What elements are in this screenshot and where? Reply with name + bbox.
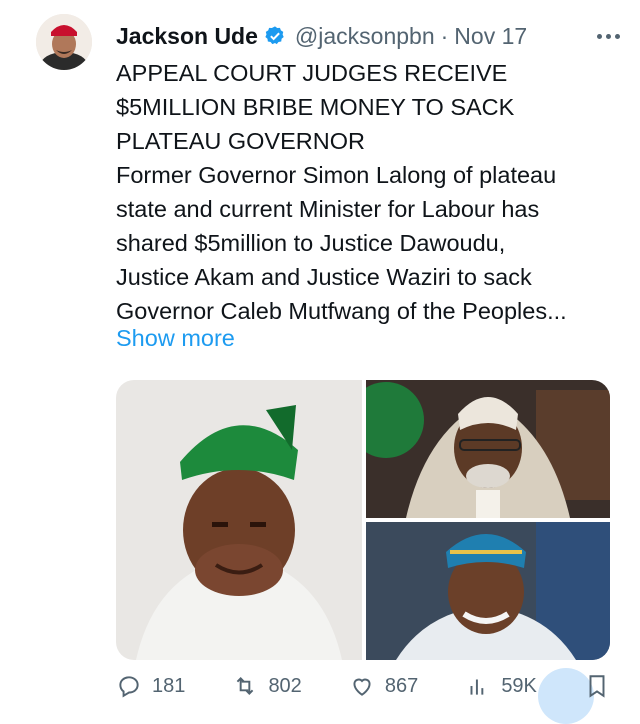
separator-dot: · — [440, 22, 449, 49]
reply-count: 181 — [152, 674, 186, 697]
body-line: shared $5million to Justice Dawoudu, — [116, 230, 506, 256]
tweet-text: APPEAL COURT JUDGES RECEIVE $5MILLION BR… — [116, 56, 616, 328]
bookmark-icon — [589, 675, 605, 698]
photo-man-embroidered-cap[interactable] — [366, 522, 610, 660]
repost-count: 802 — [268, 674, 302, 697]
views-button[interactable]: 59K — [465, 674, 537, 697]
tweet-media-grid[interactable] — [116, 380, 610, 660]
verified-badge-icon — [265, 26, 284, 45]
headline-line: PLATEAU GOVERNOR — [116, 128, 365, 154]
heart-icon — [353, 678, 371, 696]
author-avatar[interactable] — [36, 14, 92, 70]
views-chart-icon — [470, 679, 484, 695]
show-more-link[interactable]: Show more — [116, 325, 235, 352]
body-line: Justice Akam and Justice Waziri to sack — [116, 264, 532, 290]
repost-button[interactable]: 802 — [232, 674, 302, 697]
body-line: state and current Minister for Labour ha… — [116, 196, 540, 222]
reply-icon — [119, 676, 139, 698]
headline-line: $5MILLION BRIBE MONEY TO SACK — [116, 94, 515, 120]
author-handle[interactable]: @jacksonpbn — [295, 23, 435, 50]
avatar-image — [36, 14, 92, 70]
bookmark-button[interactable] — [584, 675, 610, 698]
reply-button[interactable]: 181 — [116, 674, 186, 698]
body-line: Former Governor Simon Lalong of plateau — [116, 162, 557, 188]
photo-judge-wig[interactable] — [366, 380, 610, 518]
like-count: 867 — [384, 674, 419, 697]
repost-icon — [237, 677, 254, 695]
tweet-date[interactable]: Nov 17 — [454, 23, 527, 50]
tweet-actions: 181 802 867 59K — [116, 674, 610, 698]
body-line: Governor Caleb Mutfwang of the Peoples..… — [116, 298, 567, 324]
author-name[interactable]: Jackson Ude — [116, 23, 258, 50]
photo-man-green-cap[interactable] — [116, 380, 362, 660]
views-count: 59K — [501, 674, 537, 697]
more-options-icon[interactable] — [597, 33, 620, 39]
tweet-header: Jackson Ude @jacksonpbn · Nov 17 — [116, 20, 620, 52]
like-button[interactable]: 867 — [349, 674, 419, 697]
headline-line: APPEAL COURT JUDGES RECEIVE — [116, 60, 508, 86]
